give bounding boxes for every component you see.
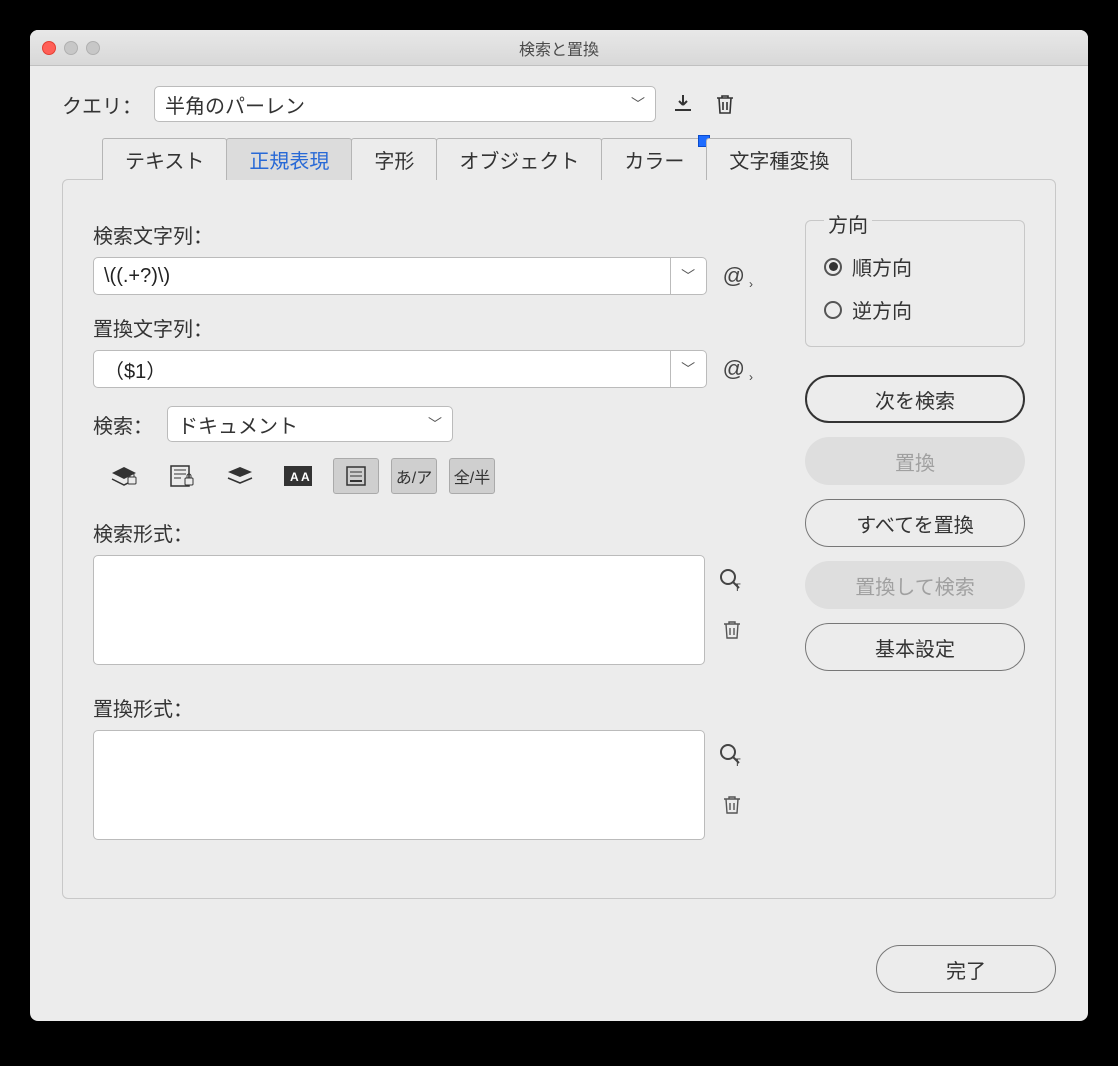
save-query-button[interactable]	[668, 89, 698, 119]
replace-button: 置換	[805, 437, 1025, 485]
done-button[interactable]: 完了	[876, 945, 1056, 993]
window-minimize-button[interactable]	[64, 41, 78, 55]
find-label: 検索文字列：	[93, 220, 745, 249]
window-close-button[interactable]	[42, 41, 56, 55]
clear-replace-format-button[interactable]	[719, 792, 745, 818]
query-label: クエリ：	[62, 90, 142, 119]
locked-layers-toggle[interactable]	[101, 458, 147, 494]
direction-fieldset: 方向 順方向 逆方向	[805, 220, 1025, 347]
replace-input[interactable]: （$1）	[93, 350, 671, 388]
window-title: 検索と置換	[30, 36, 1088, 60]
replace-find-button: 置換して検索	[805, 561, 1025, 609]
tab-transliterate[interactable]: 文字種変換	[706, 138, 852, 180]
find-input[interactable]: \((.+?)\)	[93, 257, 671, 295]
svg-text:A: A	[301, 470, 310, 484]
delete-query-button[interactable]	[710, 89, 740, 119]
find-dropdown-button[interactable]: ﹀	[671, 257, 707, 295]
direction-backward-radio[interactable]: 逆方向	[824, 295, 1006, 324]
tab-regex[interactable]: 正規表現	[226, 138, 352, 180]
kana-sensitive-toggle[interactable]: あ/ア	[391, 458, 437, 494]
settings-button[interactable]: 基本設定	[805, 623, 1025, 671]
tab-glyph[interactable]: 字形	[351, 138, 437, 180]
tab-text[interactable]: テキスト	[102, 138, 227, 180]
svg-text:T: T	[734, 757, 741, 767]
query-combo[interactable]: 半角のパーレン ﹀	[154, 86, 656, 122]
replace-format-label: 置換形式：	[93, 693, 745, 722]
width-sensitive-toggle[interactable]: 全/半	[449, 458, 495, 494]
hidden-layers-toggle[interactable]	[217, 458, 263, 494]
specify-find-format-button[interactable]: T	[719, 567, 745, 593]
find-special-chars-button[interactable]: @	[723, 263, 745, 289]
replace-special-chars-button[interactable]: @	[723, 356, 745, 382]
svg-text:A: A	[290, 470, 299, 484]
replace-format-box[interactable]	[93, 730, 705, 840]
radio-icon	[824, 301, 842, 319]
master-pages-toggle[interactable]: AA	[275, 458, 321, 494]
query-value: 半角のパーレン	[165, 90, 305, 119]
chevron-down-icon: ﹀	[428, 414, 442, 434]
chevron-down-icon: ﹀	[631, 94, 645, 114]
locked-stories-toggle[interactable]	[159, 458, 205, 494]
direction-forward-radio[interactable]: 順方向	[824, 252, 1006, 281]
tab-bar: テキスト 正規表現 字形 オブジェクト カラー 文字種変換	[102, 138, 1056, 180]
scope-label: 検索：	[93, 410, 153, 439]
find-next-button[interactable]: 次を検索	[805, 375, 1025, 423]
replace-label: 置換文字列：	[93, 313, 745, 342]
specify-replace-format-button[interactable]: T	[719, 742, 745, 768]
find-format-box[interactable]	[93, 555, 705, 665]
svg-text:T: T	[734, 582, 741, 592]
clear-find-format-button[interactable]	[719, 617, 745, 643]
find-format-label: 検索形式：	[93, 518, 745, 547]
scope-combo[interactable]: ドキュメント ﹀	[167, 406, 453, 442]
footnotes-toggle[interactable]	[333, 458, 379, 494]
tab-object[interactable]: オブジェクト	[436, 138, 602, 180]
find-replace-dialog: 検索と置換 クエリ： 半角のパーレン ﹀ テキスト 正規表現 字形 オブジェクト…	[30, 30, 1088, 1021]
search-options: AA あ/ア 全/半	[101, 458, 745, 494]
tab-color[interactable]: カラー	[601, 138, 707, 180]
radio-icon	[824, 258, 842, 276]
titlebar[interactable]: 検索と置換	[30, 30, 1088, 66]
replace-dropdown-button[interactable]: ﹀	[671, 350, 707, 388]
window-zoom-button[interactable]	[86, 41, 100, 55]
main-panel: 検索文字列： \((.+?)\) ﹀ @ 置換文字列： （$1） ﹀ @	[62, 179, 1056, 899]
direction-legend: 方向	[824, 209, 872, 238]
replace-all-button[interactable]: すべてを置換	[805, 499, 1025, 547]
